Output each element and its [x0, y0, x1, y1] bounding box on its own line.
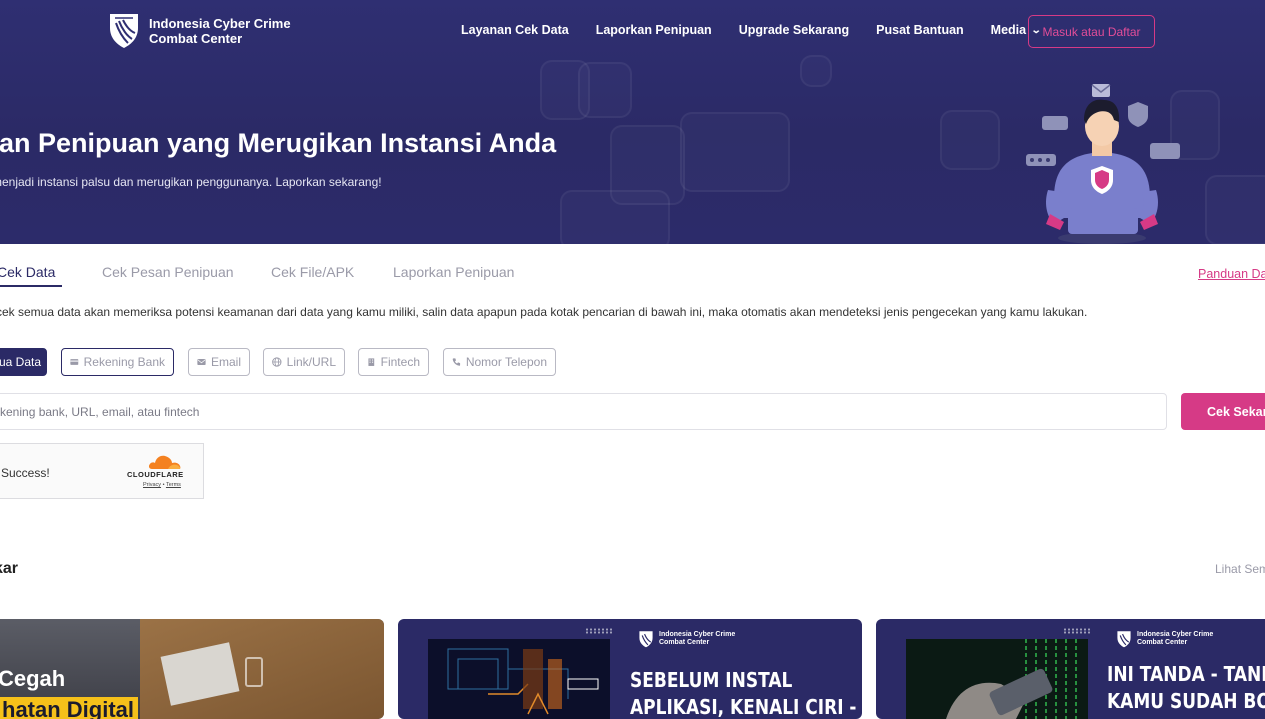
article-card[interactable]: Indonesia Cyber Crime Combat Center INI … [876, 619, 1265, 719]
cloudflare-privacy-link[interactable]: Privacy [143, 482, 161, 488]
phone-icon [452, 358, 461, 366]
filter-email[interactable]: Email [188, 348, 250, 376]
filter-semua-data-label: ua Data [0, 355, 42, 369]
guide-link[interactable]: Panduan Dat [1198, 267, 1265, 281]
card-image [906, 639, 1088, 719]
hero-title: kan Penipuan yang Merugikan Instansi And… [0, 128, 557, 158]
cloudflare-link-separator: • [162, 482, 165, 488]
cloudflare-terms-link[interactable]: Terms [166, 482, 181, 488]
cloudflare-links: Privacy • Terms [143, 482, 181, 488]
mail-icon [197, 359, 206, 365]
card-image [428, 639, 610, 719]
shield-logo-icon [639, 631, 653, 648]
card-dots-pattern [585, 628, 613, 634]
check-now-button[interactable]: Cek Sekarang [1181, 393, 1265, 430]
tab-cek-file-apk[interactable]: Cek File/APK [271, 264, 354, 280]
shield-logo-icon [110, 14, 138, 48]
filter-link-url-label: Link/URL [286, 355, 336, 369]
nav-laporkan-penipuan[interactable]: Laporkan Penipuan [596, 23, 712, 37]
decor-shape [680, 112, 790, 192]
decor-shape [560, 190, 670, 244]
building-icon [368, 358, 375, 366]
main-nav: Layanan Cek Data Laporkan Penipuan Upgra… [461, 23, 1068, 37]
card-brand-logo: Indonesia Cyber Crime Combat Center [1116, 630, 1213, 648]
shield-logo-icon [1117, 631, 1131, 648]
cloudflare-name: CLOUDFLARE [127, 470, 184, 479]
filter-nomor-telepon[interactable]: Nomor Telepon [443, 348, 556, 376]
filter-fintech[interactable]: Fintech [358, 348, 429, 376]
brand-name-line1: Indonesia Cyber Crime [149, 15, 291, 31]
see-all-link[interactable]: Lihat Sem [1215, 562, 1265, 576]
article-card[interactable]: Cegah hatan Digital [0, 619, 384, 719]
nav-pusat-bantuan[interactable]: Pusat Bantuan [876, 23, 964, 37]
filter-link-url[interactable]: Link/URL [263, 348, 345, 376]
card-brand-line2: Combat Center [659, 639, 710, 646]
article-card[interactable]: Indonesia Cyber Crime Combat Center SEBE… [398, 619, 862, 719]
card-dots-pattern [1063, 628, 1091, 634]
card-brand-name: Indonesia Cyber Crime Combat Center [659, 631, 735, 647]
card-headline: SEBELUM INSTAL APLIKASI, KENALI CIRI - [630, 667, 856, 719]
globe-icon [272, 357, 282, 367]
cloudflare-cloud-icon [148, 455, 181, 469]
tab-cek-pesan-penipuan[interactable]: Cek Pesan Penipuan [102, 264, 234, 280]
filter-semua-data[interactable]: ua Data [0, 348, 47, 376]
tab-cek-data[interactable]: Cek Data [0, 264, 55, 280]
card-headline-line2: APLIKASI, KENALI CIRI - [630, 695, 857, 719]
card-brand-name: Indonesia Cyber Crime Combat Center [1137, 631, 1213, 647]
card-headline-line1: INI TANDA - TANDA [1107, 662, 1265, 686]
brand-name: Indonesia Cyber Crime Combat Center [149, 16, 291, 46]
card-brand-logo: Indonesia Cyber Crime Combat Center [638, 630, 735, 648]
search-input[interactable] [0, 393, 1167, 430]
decor-shape [940, 110, 1000, 170]
hero-subtitle: menjadi instansi palsu dan merugikan pen… [0, 175, 382, 189]
card-headline-line1: SEBELUM INSTAL [630, 668, 793, 692]
filter-rekening-bank-label: Rekening Bank [83, 355, 165, 369]
circuit-screen-image-icon [428, 639, 610, 719]
decor-shape [578, 62, 632, 118]
card-brand-line2: Combat Center [1137, 639, 1188, 646]
brand-logo[interactable]: Indonesia Cyber Crime Combat Center [107, 12, 291, 49]
card-brand-line1: Indonesia Cyber Crime [659, 631, 736, 638]
filter-email-label: Email [210, 355, 241, 369]
card-headline: INI TANDA - TANDA KAMU SUDAH BOCOR [1107, 661, 1265, 715]
filter-fintech-label: Fintech [380, 355, 420, 369]
service-description: cek semua data akan memeriksa potensi ke… [0, 305, 1088, 319]
card-photo-glass [245, 657, 263, 687]
captcha-status: Success! [1, 466, 50, 480]
nav-layanan-cek-data[interactable]: Layanan Cek Data [461, 23, 569, 37]
cloudflare-captcha-widget[interactable]: Success! CLOUDFLARE Privacy • Terms [0, 443, 204, 499]
hero-banner: Indonesia Cyber Crime Combat Center Laya… [0, 0, 1265, 244]
filter-nomor-telepon-label: Nomor Telepon [465, 355, 547, 369]
decor-shape [800, 55, 832, 87]
decor-shape [1205, 175, 1265, 244]
tab-laporkan-penipuan[interactable]: Laporkan Penipuan [393, 264, 514, 280]
nav-upgrade-sekarang[interactable]: Upgrade Sekarang [739, 23, 849, 37]
section-title: kar [0, 560, 19, 577]
brand-name-line2: Combat Center [149, 30, 243, 46]
security-person-illustration-icon [1026, 84, 1180, 244]
login-register-button[interactable]: Masuk atau Daftar [1028, 15, 1155, 48]
card-title: Cegah [0, 666, 66, 691]
phone-hand-image-icon [906, 639, 1088, 719]
card-highlight: hatan Digital [0, 697, 139, 719]
bank-card-icon [70, 359, 79, 365]
filter-rekening-bank[interactable]: Rekening Bank [61, 348, 174, 376]
card-brand-line1: Indonesia Cyber Crime [1137, 631, 1214, 638]
nav-media-label: Media [990, 23, 1027, 37]
active-tab-indicator [0, 285, 62, 287]
